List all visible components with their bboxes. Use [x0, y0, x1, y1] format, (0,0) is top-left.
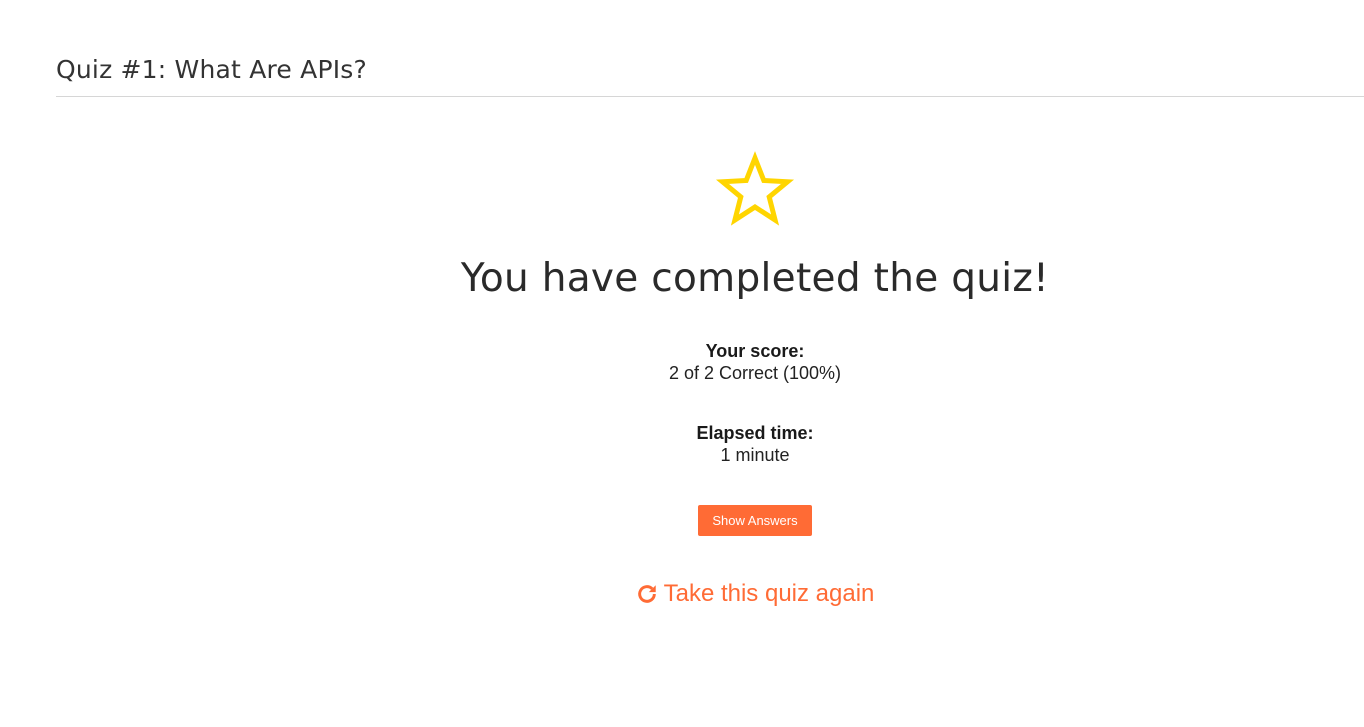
elapsed-time-label: Elapsed time: — [696, 423, 814, 443]
elapsed-time-value: 1 minute — [720, 445, 790, 465]
results-panel: You have completed the quiz! Your score:… — [455, 150, 1055, 608]
quiz-header: Quiz #1: What Are APIs? — [56, 52, 1364, 97]
completion-heading: You have completed the quiz! — [460, 256, 1050, 301]
elapsed-time-block: Elapsed time: 1 minute — [696, 422, 813, 466]
retake-quiz-label: Take this quiz again — [663, 580, 875, 607]
score-value: 2 of 2 Correct (100%) — [668, 363, 842, 383]
quiz-title: Quiz #1: What Are APIs? — [56, 55, 367, 84]
refresh-icon — [637, 585, 656, 603]
quiz-results-page: Quiz #1: What Are APIs? You have complet… — [0, 0, 1364, 727]
score-block: Your score: 2 of 2 Correct (100%) — [669, 340, 841, 384]
show-answers-button[interactable]: Show Answers — [698, 505, 812, 536]
score-label: Your score: — [705, 341, 805, 361]
star-icon — [715, 151, 795, 226]
retake-quiz-link[interactable]: Take this quiz again — [636, 580, 875, 608]
